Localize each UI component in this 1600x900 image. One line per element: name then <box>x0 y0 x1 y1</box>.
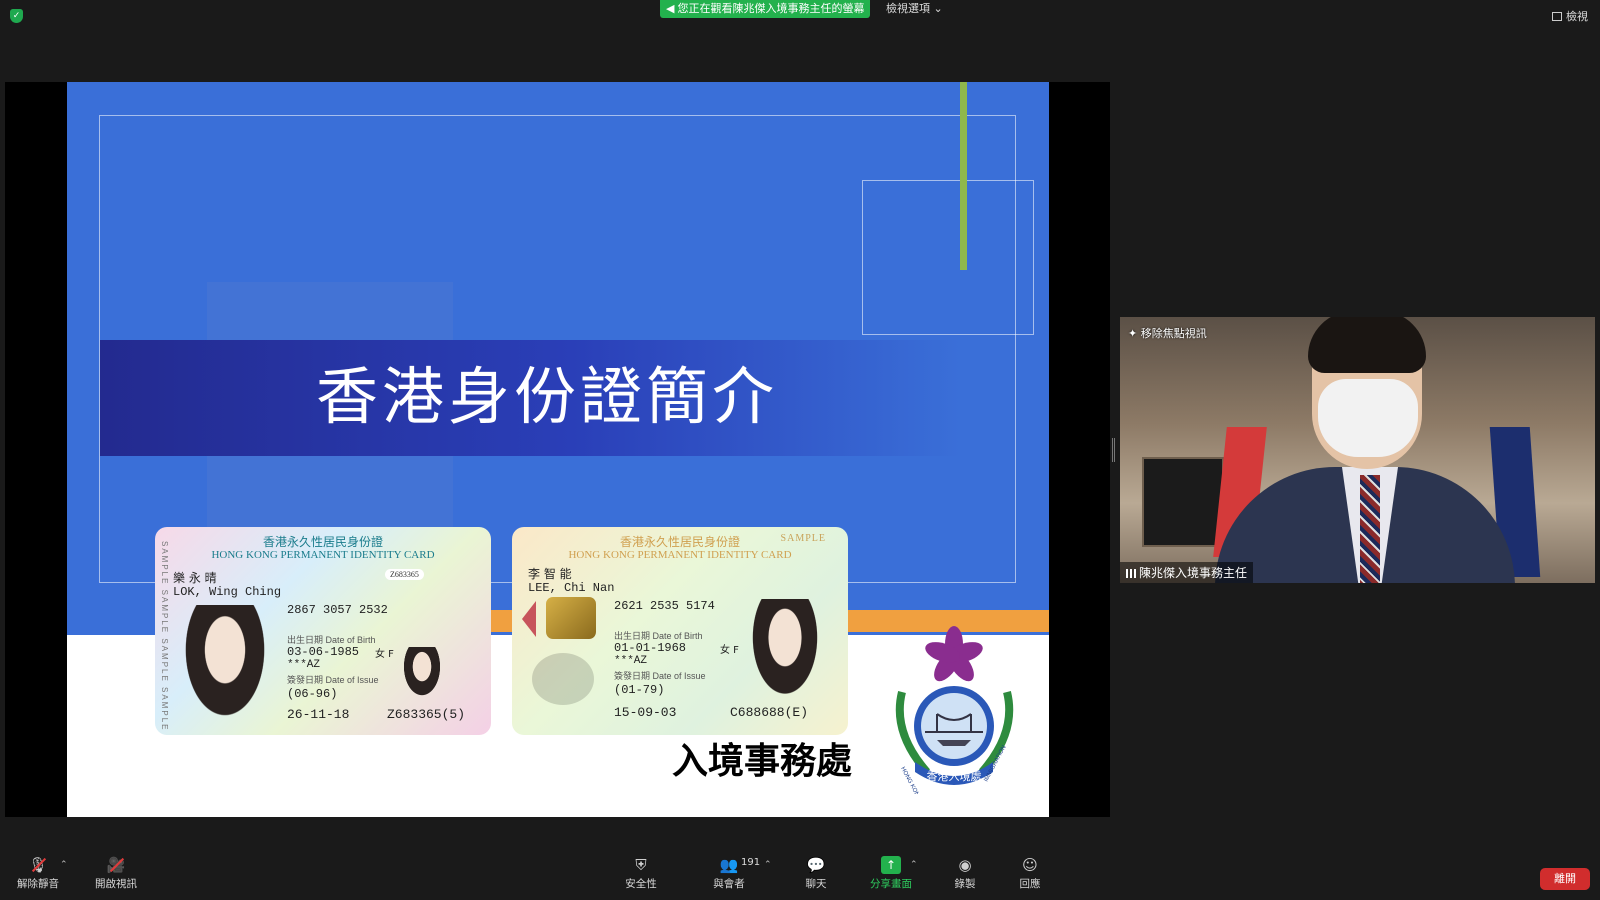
participant-count: 191 <box>741 857 761 868</box>
card-side-sample-text: SAMPLE SAMPLE SAMPLE SAMPLE <box>160 541 169 732</box>
card-name-en: LEE, Chi Nan <box>528 581 615 595</box>
card-issue-date: 26-11-18 <box>287 707 350 722</box>
record-label: 錄製 <box>954 878 976 890</box>
remove-spotlight-button[interactable]: ✦ 移除焦點視訊 <box>1128 325 1207 341</box>
panel-resize-handle[interactable] <box>1112 438 1115 462</box>
shield-icon: ⛨ <box>635 856 647 874</box>
emoji-add-icon: ☺ <box>1022 856 1038 874</box>
chevron-up-icon: ⌃ <box>60 860 68 870</box>
share-arrow-icon: ↑ <box>881 856 901 874</box>
card-sex: 女 F <box>720 645 739 656</box>
id-card-sample-1: SAMPLE SAMPLE SAMPLE SAMPLE 香港永久性居民身份證 H… <box>155 527 491 735</box>
pin-icon: ✦ <box>1128 327 1141 340</box>
shared-screen: 香港身份證簡介 SAMPLE SAMPLE SAMPLE SAMPLE 香港永久… <box>5 82 1110 817</box>
share-screen-button[interactable]: ↑ 分享畫面 <box>851 856 931 891</box>
card-holder-photo <box>175 605 275 733</box>
presentation-slide: 香港身份證簡介 SAMPLE SAMPLE SAMPLE SAMPLE 香港永久… <box>67 82 1049 817</box>
meeting-toolbar: 🎙 解除靜音 ⌃ 🎥 開啟視訊 ⛨ 安全性 👥 191 與會者 ⌃ 💬 聊天 ↑… <box>0 852 1600 900</box>
id-card-sample-2: 香港永久性居民身份證 HONG KONG PERMANENT IDENTITY … <box>512 527 848 735</box>
grid-view-icon <box>1552 12 1562 21</box>
start-video-label: 開啟視訊 <box>95 878 137 890</box>
card-name-cn: 樂 永 晴 <box>173 571 217 585</box>
card-name-en: LOK, Wing Ching <box>173 585 282 599</box>
card-first-issue: (01-79) <box>614 683 665 697</box>
card-red-marker <box>522 601 536 637</box>
remove-spotlight-label: 移除焦點視訊 <box>1140 327 1207 340</box>
card-chip <box>546 597 596 639</box>
emblem-text-cn: 香港入境處 <box>927 769 982 783</box>
card-ccc: 2867 3057 2532 <box>287 603 388 617</box>
slide-green-accent <box>960 82 967 270</box>
participants-icon: 👥 <box>719 856 739 874</box>
start-video-button[interactable]: 🎥 開啟視訊 <box>76 856 156 891</box>
participant-face-mask <box>1318 379 1418 457</box>
card-issue-date: 15-09-03 <box>614 705 677 720</box>
view-options-menu[interactable]: 檢視選項 ⌄ <box>880 0 949 18</box>
chat-bubble-icon: 💬 <box>806 856 826 874</box>
security-button[interactable]: ⛨ 安全性 <box>601 856 681 891</box>
card-sample-tag: SAMPLE <box>780 533 826 544</box>
participant-video-tile[interactable]: ✦ 移除焦點視訊 陳兆傑入境事務主任 <box>1120 317 1595 583</box>
share-screen-label: 分享畫面 <box>870 878 912 890</box>
view-options-label: 檢視選項 <box>886 2 930 15</box>
card-dob: 03-06-1985 <box>287 645 360 659</box>
video-background-window <box>1142 457 1224 547</box>
security-label: 安全性 <box>625 878 657 890</box>
immigration-department-label: 入境事務處 <box>672 741 853 782</box>
viewing-banner-text: 您正在觀看陳兆傑入境事務主任的螢幕 <box>677 2 865 15</box>
unmute-label: 解除靜音 <box>17 878 59 890</box>
card-doi-label: 簽發日期 Date of Issue <box>287 675 379 685</box>
view-button[interactable]: 檢視 <box>1552 8 1588 24</box>
card-serial-badge: Z683365 <box>385 569 424 580</box>
participant-hair <box>1308 317 1426 373</box>
card-header-en: HONG KONG PERMANENT IDENTITY CARD <box>568 549 792 561</box>
participants-button[interactable]: 👥 191 與會者 <box>689 856 769 891</box>
chevron-down-icon: ⌄ <box>933 2 943 15</box>
microphone-muted-icon: 🎙 <box>28 856 48 874</box>
slide-outline-frame-small <box>862 180 1034 335</box>
card-header-cn: 香港永久性居民身份證 <box>262 535 383 549</box>
participant-name-text: 陳兆傑入境事務主任 <box>1139 566 1248 580</box>
camera-off-icon: 🎥 <box>106 856 126 874</box>
viewing-screen-banner[interactable]: ◀ 您正在觀看陳兆傑入境事務主任的螢幕 <box>660 0 871 18</box>
card-name-cn: 李 智 能 <box>528 567 572 581</box>
card-holder-ghost-photo <box>399 647 445 703</box>
card-sex: 女 F <box>375 649 394 660</box>
card-ccc: 2621 2535 5174 <box>614 599 715 613</box>
chat-label: 聊天 <box>805 878 827 890</box>
card-id-number: Z683365(5) <box>387 707 466 722</box>
record-icon: ◉ <box>958 856 972 874</box>
leave-meeting-button[interactable]: 離開 <box>1540 868 1590 890</box>
participant-name-label: 陳兆傑入境事務主任 <box>1120 562 1254 583</box>
card-dob: 01-01-1968 <box>614 641 687 655</box>
speaker-icon: ◀ <box>666 2 675 15</box>
reactions-label: 回應 <box>1019 878 1041 890</box>
slide-title: 香港身份證簡介 <box>315 360 778 433</box>
chevron-up-icon: ⌃ <box>910 860 918 870</box>
encryption-shield-icon[interactable]: ✓ <box>10 9 23 23</box>
card-symbols: ***AZ <box>287 659 321 671</box>
chat-button[interactable]: 💬 聊天 <box>776 856 856 891</box>
card-header-en: HONG KONG PERMANENT IDENTITY CARD <box>211 549 435 561</box>
card-holder-photo <box>744 599 826 709</box>
top-bar: ✓ ◀ 您正在觀看陳兆傑入境事務主任的螢幕 檢視選項 ⌄ 檢視 <box>0 0 1600 30</box>
signal-strength-icon <box>1126 569 1136 578</box>
card-first-issue: (06-96) <box>287 687 338 701</box>
participant-tie <box>1360 475 1380 583</box>
card-doi-label: 簽發日期 Date of Issue <box>614 671 706 681</box>
card-symbols: ***AZ <box>614 655 648 667</box>
chevron-up-icon: ⌃ <box>764 860 772 870</box>
participants-label: 與會者 <box>713 878 745 890</box>
reactions-button[interactable]: ☺ 回應 <box>990 856 1070 891</box>
card-ghost-image <box>532 653 594 705</box>
view-button-label: 檢視 <box>1566 10 1588 23</box>
immigration-emblem-logo: 香港入境處 HONG KONG IMMIGRATION <box>895 626 1014 794</box>
